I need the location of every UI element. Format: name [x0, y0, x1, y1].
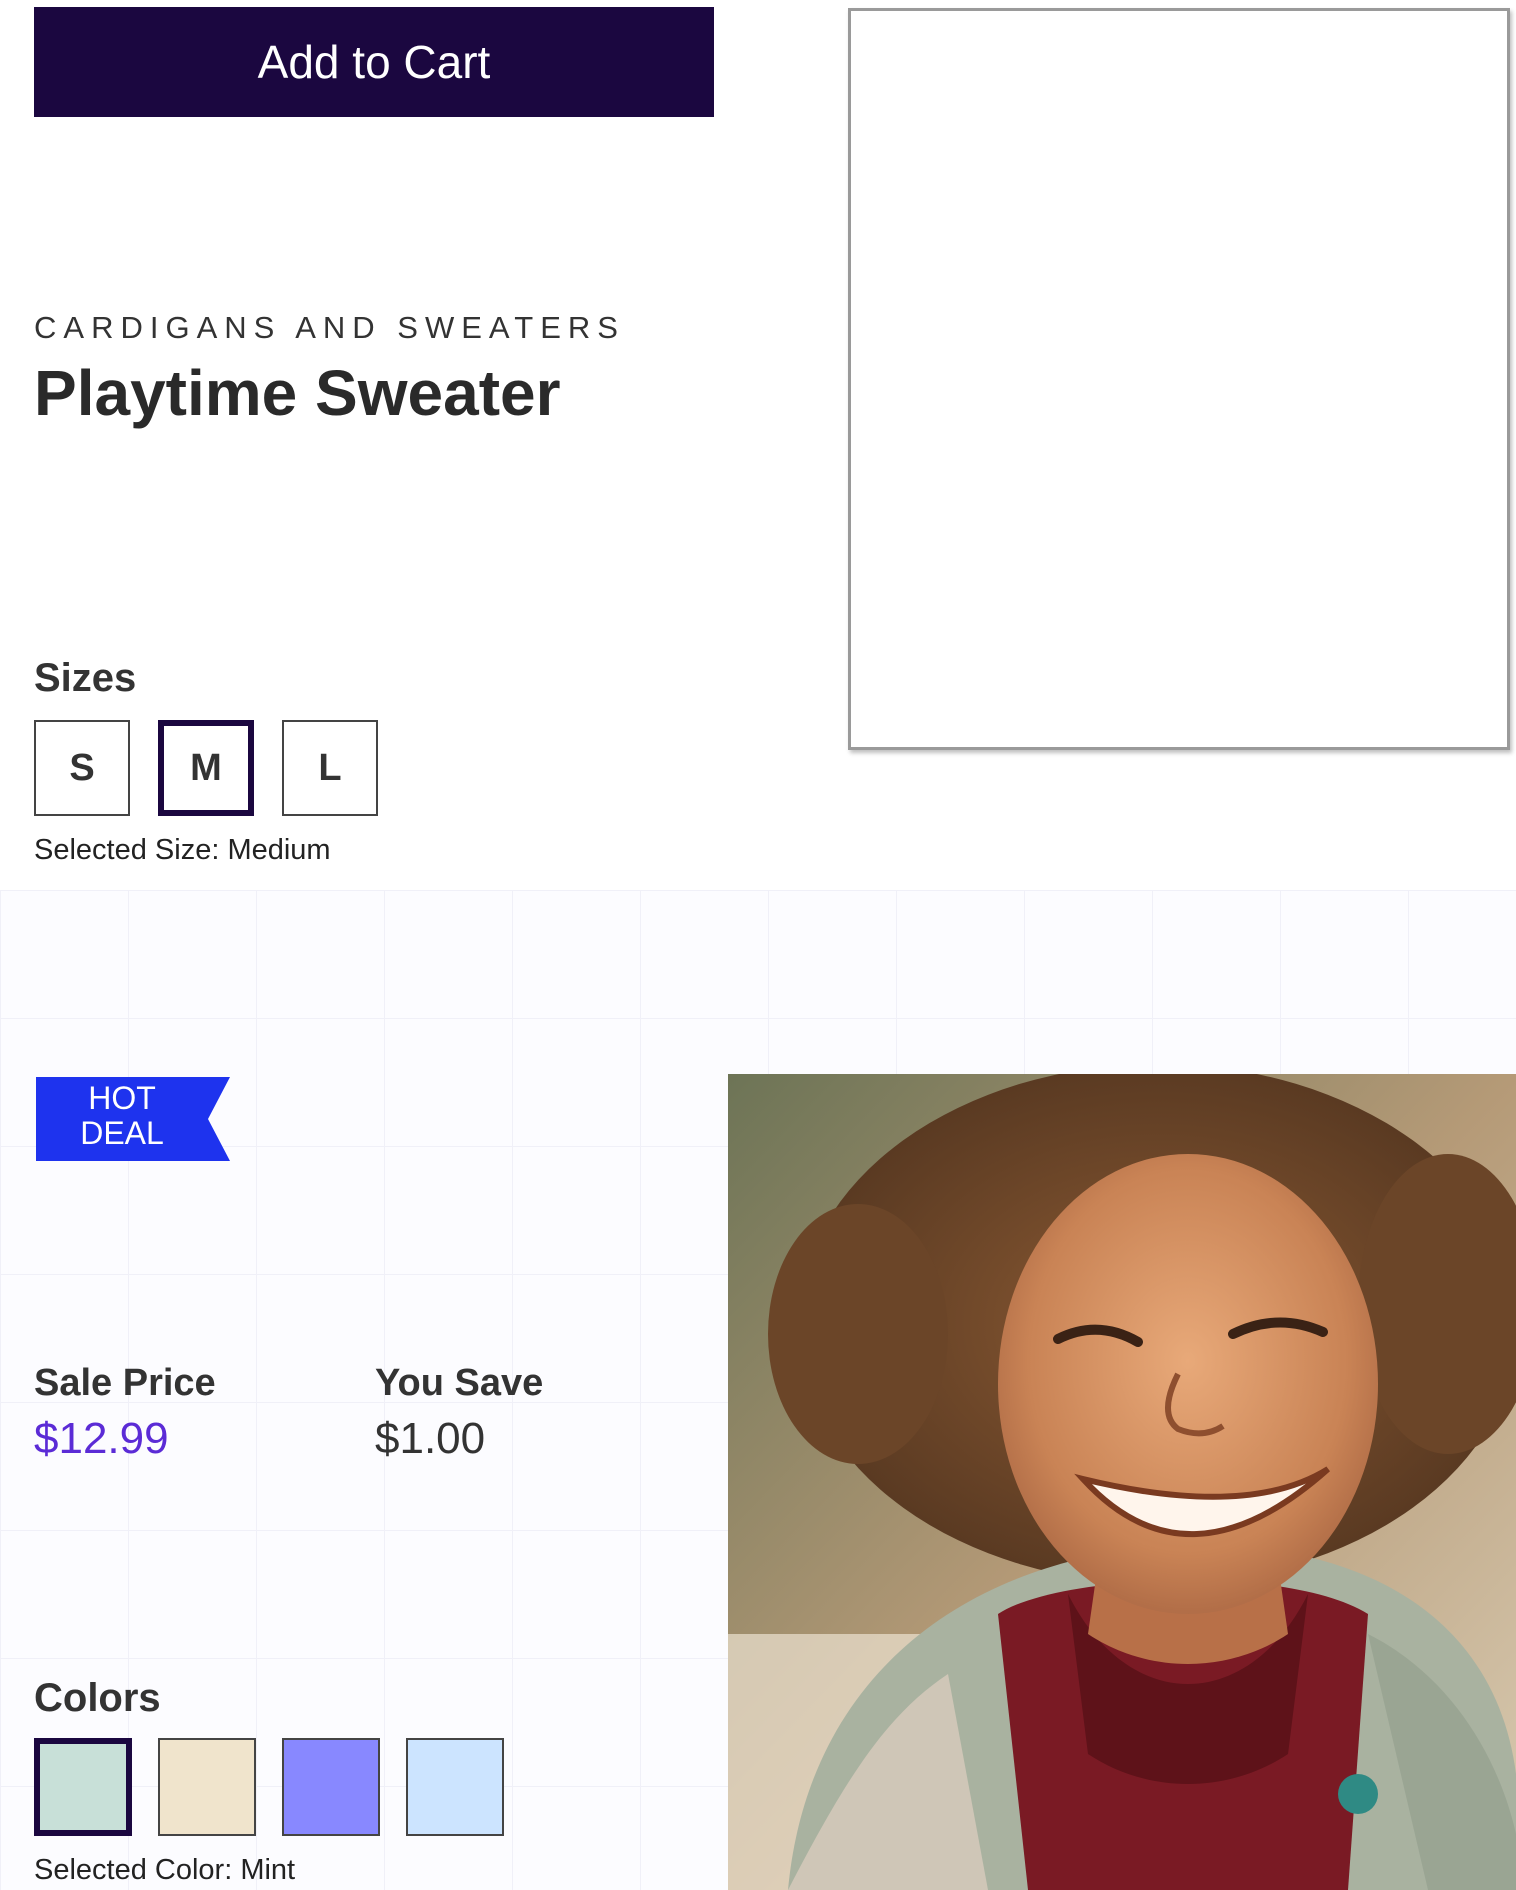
- product-category: CARDIGANS AND SWEATERS: [34, 310, 625, 345]
- sale-price-value: $12.99: [34, 1414, 169, 1463]
- product-image-placeholder: [848, 8, 1510, 750]
- child-portrait-image: [728, 1074, 1516, 1890]
- product-title: Playtime Sweater: [34, 357, 561, 429]
- product-photo: [728, 1074, 1516, 1890]
- you-save-value: $1.00: [375, 1414, 486, 1463]
- badge-line-1: HOT: [88, 1080, 156, 1116]
- colors-label: Colors: [34, 1676, 161, 1720]
- size-option-l[interactable]: L: [282, 720, 378, 816]
- selected-size-text: Selected Size: Medium: [34, 834, 331, 866]
- color-swatch-mint[interactable]: [34, 1738, 132, 1836]
- sizes-label: Sizes: [34, 656, 137, 700]
- color-swatch-periwinkle[interactable]: [282, 1738, 380, 1836]
- color-swatch-cream[interactable]: [158, 1738, 256, 1836]
- selected-color-text: Selected Color: Mint: [34, 1854, 296, 1886]
- badge-text: HOT DEAL: [36, 1081, 208, 1151]
- you-save-label: You Save: [375, 1362, 544, 1404]
- size-option-m[interactable]: M: [158, 720, 254, 816]
- add-to-cart-button[interactable]: Add to Cart: [34, 7, 714, 117]
- color-swatch-light-blue[interactable]: [406, 1738, 504, 1836]
- hot-deal-badge: HOT DEAL: [36, 1077, 230, 1161]
- size-option-s[interactable]: S: [34, 720, 130, 816]
- badge-line-2: DEAL: [80, 1115, 164, 1151]
- sale-price-label: Sale Price: [34, 1362, 216, 1404]
